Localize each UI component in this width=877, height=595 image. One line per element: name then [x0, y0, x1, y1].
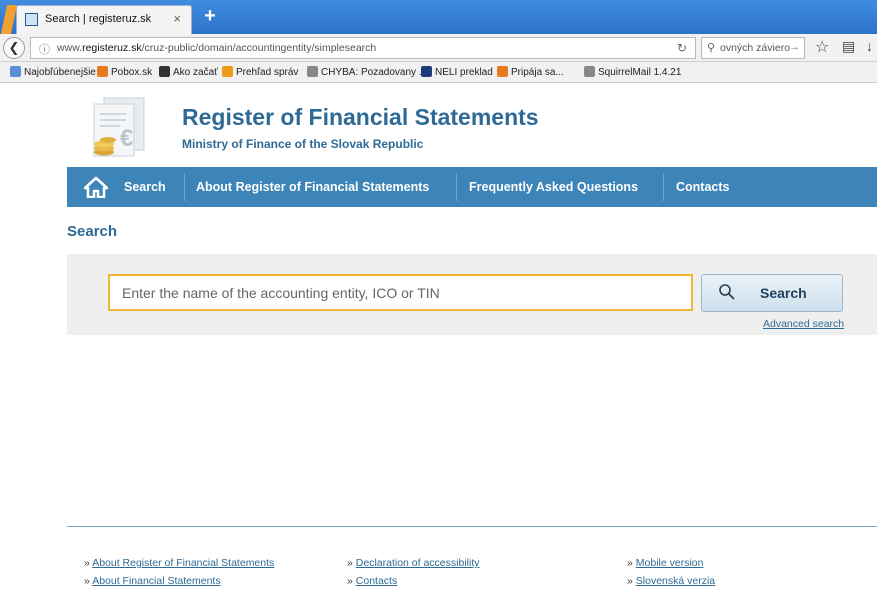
footer-bullet: »: [627, 575, 633, 587]
footer-link-item: » About Register of Financial Statements: [84, 557, 274, 569]
svg-text:€: €: [120, 125, 133, 152]
browser-tab[interactable]: Search | registeruz.sk ×: [16, 5, 192, 34]
search-button[interactable]: Search: [701, 274, 843, 312]
search-icon: [719, 284, 735, 300]
bookmark-label: Pripája sa...: [511, 67, 564, 78]
bookmarks-toolbar: Najobľúbenejšie Pobox.sk Ako začať Prehľad …: [0, 62, 877, 83]
bookmark-item[interactable]: NELI preklad: [421, 66, 493, 78]
url-path: /cruz-public/domain/accountingentity/sim…: [141, 42, 377, 54]
footer-link-item: » Declaration of accessibility: [347, 557, 479, 569]
footer-bullet: »: [84, 557, 90, 569]
footer-link-item: » Mobile version: [627, 557, 703, 569]
new-tab-button[interactable]: +: [198, 4, 222, 28]
footer-bullet: »: [84, 575, 90, 587]
browser-navigation-bar: ❮ ⓘ www.registeruz.sk/cruz-public/domain…: [0, 34, 877, 62]
nav-search[interactable]: Search: [124, 167, 166, 207]
bookmark-item[interactable]: Pobox.sk: [97, 66, 152, 78]
footer-bullet: »: [627, 557, 633, 569]
footer-link-about-register[interactable]: About Register of Financial Statements: [92, 557, 274, 569]
euro-document-coins-logo-icon: €: [93, 97, 145, 157]
page-favicon-icon: [25, 13, 38, 26]
neli-icon: [421, 66, 432, 77]
home-icon[interactable]: [84, 176, 108, 198]
entity-search-input[interactable]: [108, 274, 693, 311]
globe-icon: [584, 66, 595, 77]
footer-link-mobile[interactable]: Mobile version: [636, 557, 704, 569]
tab-title: Search | registeruz.sk: [45, 13, 152, 25]
browser-search-text: ovných závierok: [720, 42, 790, 54]
address-bar[interactable]: ⓘ www.registeruz.sk/cruz-public/domain/a…: [30, 37, 696, 59]
url-text: www.registeruz.sk/cruz-public/domain/acc…: [57, 42, 376, 54]
site-info-icon[interactable]: ⓘ: [39, 41, 50, 57]
bookmark-item[interactable]: Pripája sa...: [497, 66, 564, 78]
rss-icon: [222, 66, 233, 77]
footer-link-item: » About Financial Statements: [84, 575, 221, 587]
url-domain: registeruz.sk: [82, 42, 142, 54]
footer-link-item: » Contacts: [347, 575, 397, 587]
browser-tab-strip: Search | registeruz.sk × +: [0, 0, 877, 34]
footer-bullet: »: [347, 557, 353, 569]
footer-divider: [67, 526, 877, 527]
bookmark-label: CHYBA: Pozadovany ...: [321, 67, 428, 78]
reload-icon[interactable]: ↻: [677, 41, 687, 55]
main-navigation: Search About Register of Financial State…: [67, 167, 877, 207]
footer-link-about-statements[interactable]: About Financial Statements: [92, 575, 220, 587]
folder-icon: [10, 66, 21, 77]
bookmark-label: Prehľad správ: [236, 67, 299, 78]
nav-about-register[interactable]: About Register of Financial Statements: [196, 167, 429, 207]
pobox-icon: [497, 66, 508, 77]
site-subtitle: Ministry of Finance of the Slovak Republ…: [182, 137, 424, 151]
search-button-label: Search: [760, 285, 807, 301]
url-prefix: www.: [57, 42, 83, 54]
site-title: Register of Financial Statements: [182, 104, 539, 130]
nav-divider: [663, 173, 664, 201]
footer-link-item: » Slovenská verzia: [627, 575, 715, 587]
magnifier-icon: ⚲: [707, 42, 716, 54]
advanced-search-link[interactable]: Advanced search: [763, 318, 844, 330]
bookmark-label: Ako začať: [173, 67, 218, 78]
download-arrow-icon[interactable]: ↓: [866, 38, 873, 54]
arrow-right-icon[interactable]: →: [789, 41, 800, 53]
search-panel: Search Advanced search: [67, 254, 877, 335]
reading-list-icon[interactable]: ▤: [842, 38, 855, 55]
nav-faq[interactable]: Frequently Asked Questions: [469, 167, 638, 207]
bookmark-item[interactable]: Ako začať: [159, 66, 218, 78]
globe-icon: [307, 66, 318, 77]
bookmark-item[interactable]: SquirrelMail 1.4.21: [584, 66, 681, 78]
bookmark-item[interactable]: Prehľad správ: [222, 66, 298, 78]
footer-link-accessibility[interactable]: Declaration of accessibility: [356, 557, 480, 569]
footer-bullet: »: [347, 575, 353, 587]
browser-search-box[interactable]: ⚲ ovných závierok →: [701, 37, 805, 59]
nav-contacts[interactable]: Contacts: [676, 167, 729, 207]
footer-link-contacts[interactable]: Contacts: [356, 575, 397, 587]
page-heading: Search: [67, 223, 118, 240]
m-logo-icon: [159, 66, 170, 77]
tab-close-icon[interactable]: ×: [173, 11, 181, 26]
firefox-tab-edge: [0, 5, 18, 34]
pobox-icon: [97, 66, 108, 77]
nav-divider: [184, 173, 185, 201]
bookmark-star-icon[interactable]: ☆: [815, 37, 829, 57]
nav-divider: [456, 173, 457, 201]
bookmark-label: SquirrelMail 1.4.21: [598, 67, 682, 78]
footer-link-slovak[interactable]: Slovenská verzia: [636, 575, 715, 587]
back-button[interactable]: ❮: [3, 37, 25, 59]
bookmark-label: Pobox.sk: [111, 67, 153, 78]
bookmark-label: NELI preklad: [435, 67, 493, 78]
bookmark-item[interactable]: CHYBA: Pozadovany ...: [307, 66, 427, 78]
bookmark-label: Najobľúbenejšie: [24, 67, 96, 78]
bookmark-item[interactable]: Najobľúbenejšie: [10, 66, 96, 78]
